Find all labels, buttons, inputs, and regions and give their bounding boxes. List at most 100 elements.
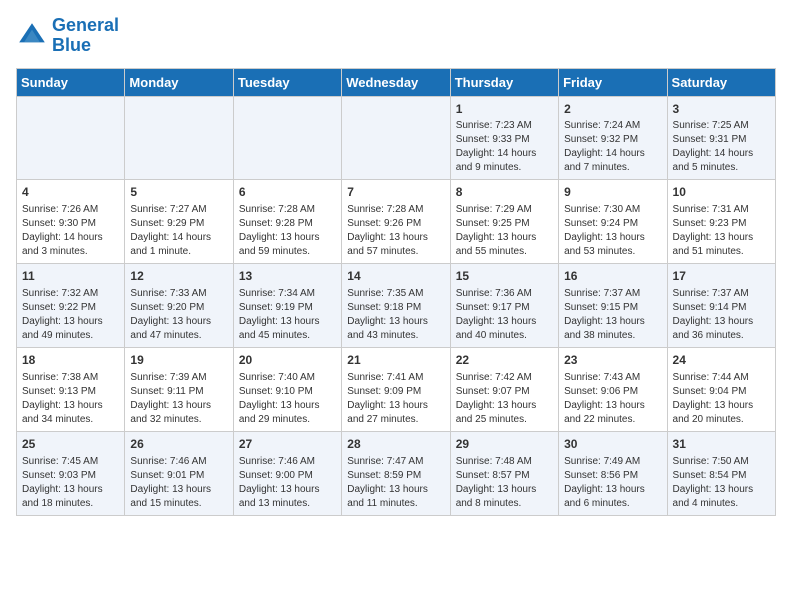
logo: General Blue: [16, 16, 119, 56]
day-number: 3: [673, 101, 770, 118]
day-number: 16: [564, 268, 661, 285]
day-info: Sunrise: 7:26 AM Sunset: 9:30 PM Dayligh…: [22, 203, 119, 259]
day-number: 15: [456, 268, 553, 285]
day-info: Sunrise: 7:50 AM Sunset: 8:54 PM Dayligh…: [673, 455, 770, 511]
calendar-cell: 24 Sunrise: 7:44 AM Sunset: 9:04 PM Dayli…: [667, 347, 775, 431]
day-number: 4: [22, 184, 119, 201]
calendar-cell: [17, 96, 125, 180]
calendar-cell: 23 Sunrise: 7:43 AM Sunset: 9:06 PM Dayli…: [559, 347, 667, 431]
page-header: General Blue: [16, 16, 776, 56]
day-number: 25: [22, 436, 119, 453]
day-info: Sunrise: 7:46 AM Sunset: 9:00 PM Dayligh…: [239, 455, 336, 511]
day-info: Sunrise: 7:48 AM Sunset: 8:57 PM Dayligh…: [456, 455, 553, 511]
day-info: Sunrise: 7:49 AM Sunset: 8:56 PM Dayligh…: [564, 455, 661, 511]
day-info: Sunrise: 7:27 AM Sunset: 9:29 PM Dayligh…: [130, 203, 227, 259]
calendar-week-row: 25 Sunrise: 7:45 AM Sunset: 9:03 PM Dayli…: [17, 431, 776, 515]
day-number: 24: [673, 352, 770, 369]
day-info: Sunrise: 7:23 AM Sunset: 9:33 PM Dayligh…: [456, 119, 553, 175]
day-info: Sunrise: 7:40 AM Sunset: 9:10 PM Dayligh…: [239, 371, 336, 427]
calendar-cell: 27Sunrise: 7:46 AM Sunset: 9:00 PM Dayli…: [233, 431, 341, 515]
day-number: 10: [673, 184, 770, 201]
day-number: 28: [347, 436, 444, 453]
calendar-cell: 30 Sunrise: 7:49 AM Sunset: 8:56 PM Dayli…: [559, 431, 667, 515]
calendar-cell: 11 Sunrise: 7:32 AM Sunset: 9:22 PM Dayli…: [17, 264, 125, 348]
calendar-cell: 13 Sunrise: 7:34 AM Sunset: 9:19 PM Dayli…: [233, 264, 341, 348]
day-info: Sunrise: 7:47 AM Sunset: 8:59 PM Dayligh…: [347, 455, 444, 511]
day-number: 22: [456, 352, 553, 369]
day-number: 21: [347, 352, 444, 369]
day-info: Sunrise: 7:28 AM Sunset: 9:26 PM Dayligh…: [347, 203, 444, 259]
calendar-cell: 12 Sunrise: 7:33 AM Sunset: 9:20 PM Dayli…: [125, 264, 233, 348]
day-info: Sunrise: 7:43 AM Sunset: 9:06 PM Dayligh…: [564, 371, 661, 427]
calendar-cell: 20Sunrise: 7:40 AM Sunset: 9:10 PM Dayli…: [233, 347, 341, 431]
calendar-week-row: 4 Sunrise: 7:26 AM Sunset: 9:30 PM Daylig…: [17, 180, 776, 264]
calendar-cell: [342, 96, 450, 180]
day-number: 9: [564, 184, 661, 201]
calendar-cell: [125, 96, 233, 180]
logo-text: General Blue: [52, 16, 119, 56]
day-info: Sunrise: 7:36 AM Sunset: 9:17 PM Dayligh…: [456, 287, 553, 343]
calendar-week-row: 18 Sunrise: 7:38 AM Sunset: 9:13 PM Dayli…: [17, 347, 776, 431]
calendar-cell: 7 Sunrise: 7:28 AM Sunset: 9:26 PM Daylig…: [342, 180, 450, 264]
day-info: Sunrise: 7:29 AM Sunset: 9:25 PM Dayligh…: [456, 203, 553, 259]
day-info: Sunrise: 7:37 AM Sunset: 9:14 PM Dayligh…: [673, 287, 770, 343]
day-info: Sunrise: 7:33 AM Sunset: 9:20 PM Dayligh…: [130, 287, 227, 343]
day-info: Sunrise: 7:31 AM Sunset: 9:23 PM Dayligh…: [673, 203, 770, 259]
calendar-cell: 25 Sunrise: 7:45 AM Sunset: 9:03 PM Dayli…: [17, 431, 125, 515]
day-number: 23: [564, 352, 661, 369]
calendar-cell: 8 Sunrise: 7:29 AM Sunset: 9:25 PM Daylig…: [450, 180, 558, 264]
logo-icon: [16, 20, 48, 52]
day-number: 17: [673, 268, 770, 285]
calendar-cell: 19Sunrise: 7:39 AM Sunset: 9:11 PM Dayli…: [125, 347, 233, 431]
day-number: 12: [130, 268, 227, 285]
day-number: 18: [22, 352, 119, 369]
day-number: 11: [22, 268, 119, 285]
day-number: 7: [347, 184, 444, 201]
calendar-cell: 22Sunrise: 7:42 AM Sunset: 9:07 PM Dayli…: [450, 347, 558, 431]
day-info: Sunrise: 7:30 AM Sunset: 9:24 PM Dayligh…: [564, 203, 661, 259]
header-tuesday: Tuesday: [233, 68, 341, 96]
calendar-cell: 3Sunrise: 7:25 AM Sunset: 9:31 PM Daylig…: [667, 96, 775, 180]
calendar-cell: 18 Sunrise: 7:38 AM Sunset: 9:13 PM Dayli…: [17, 347, 125, 431]
day-number: 26: [130, 436, 227, 453]
calendar-table: SundayMondayTuesdayWednesdayThursdayFrid…: [16, 68, 776, 516]
day-info: Sunrise: 7:25 AM Sunset: 9:31 PM Dayligh…: [673, 119, 770, 175]
calendar-cell: 1Sunrise: 7:23 AM Sunset: 9:33 PM Daylig…: [450, 96, 558, 180]
day-info: Sunrise: 7:45 AM Sunset: 9:03 PM Dayligh…: [22, 455, 119, 511]
calendar-week-row: 11 Sunrise: 7:32 AM Sunset: 9:22 PM Dayli…: [17, 264, 776, 348]
day-number: 14: [347, 268, 444, 285]
calendar-cell: 26 Sunrise: 7:46 AM Sunset: 9:01 PM Dayli…: [125, 431, 233, 515]
day-info: Sunrise: 7:37 AM Sunset: 9:15 PM Dayligh…: [564, 287, 661, 343]
day-number: 1: [456, 101, 553, 118]
day-info: Sunrise: 7:44 AM Sunset: 9:04 PM Dayligh…: [673, 371, 770, 427]
day-number: 6: [239, 184, 336, 201]
day-info: Sunrise: 7:41 AM Sunset: 9:09 PM Dayligh…: [347, 371, 444, 427]
header-saturday: Saturday: [667, 68, 775, 96]
header-sunday: Sunday: [17, 68, 125, 96]
day-info: Sunrise: 7:46 AM Sunset: 9:01 PM Dayligh…: [130, 455, 227, 511]
calendar-cell: 9 Sunrise: 7:30 AM Sunset: 9:24 PM Daylig…: [559, 180, 667, 264]
day-info: Sunrise: 7:34 AM Sunset: 9:19 PM Dayligh…: [239, 287, 336, 343]
day-info: Sunrise: 7:28 AM Sunset: 9:28 PM Dayligh…: [239, 203, 336, 259]
day-number: 8: [456, 184, 553, 201]
calendar-cell: 31 Sunrise: 7:50 AM Sunset: 8:54 PM Dayli…: [667, 431, 775, 515]
calendar-cell: 10 Sunrise: 7:31 AM Sunset: 9:23 PM Dayli…: [667, 180, 775, 264]
day-info: Sunrise: 7:38 AM Sunset: 9:13 PM Dayligh…: [22, 371, 119, 427]
header-thursday: Thursday: [450, 68, 558, 96]
calendar-cell: 2Sunrise: 7:24 AM Sunset: 9:32 PM Daylig…: [559, 96, 667, 180]
header-monday: Monday: [125, 68, 233, 96]
day-number: 13: [239, 268, 336, 285]
header-friday: Friday: [559, 68, 667, 96]
day-info: Sunrise: 7:24 AM Sunset: 9:32 PM Dayligh…: [564, 119, 661, 175]
day-info: Sunrise: 7:32 AM Sunset: 9:22 PM Dayligh…: [22, 287, 119, 343]
calendar-cell: 5Sunrise: 7:27 AM Sunset: 9:29 PM Daylig…: [125, 180, 233, 264]
day-number: 31: [673, 436, 770, 453]
calendar-cell: 14Sunrise: 7:35 AM Sunset: 9:18 PM Dayli…: [342, 264, 450, 348]
day-number: 30: [564, 436, 661, 453]
calendar-cell: 28 Sunrise: 7:47 AM Sunset: 8:59 PM Dayli…: [342, 431, 450, 515]
day-number: 29: [456, 436, 553, 453]
calendar-cell: 15 Sunrise: 7:36 AM Sunset: 9:17 PM Dayli…: [450, 264, 558, 348]
calendar-cell: 16 Sunrise: 7:37 AM Sunset: 9:15 PM Dayli…: [559, 264, 667, 348]
day-number: 19: [130, 352, 227, 369]
calendar-cell: 21 Sunrise: 7:41 AM Sunset: 9:09 PM Dayli…: [342, 347, 450, 431]
